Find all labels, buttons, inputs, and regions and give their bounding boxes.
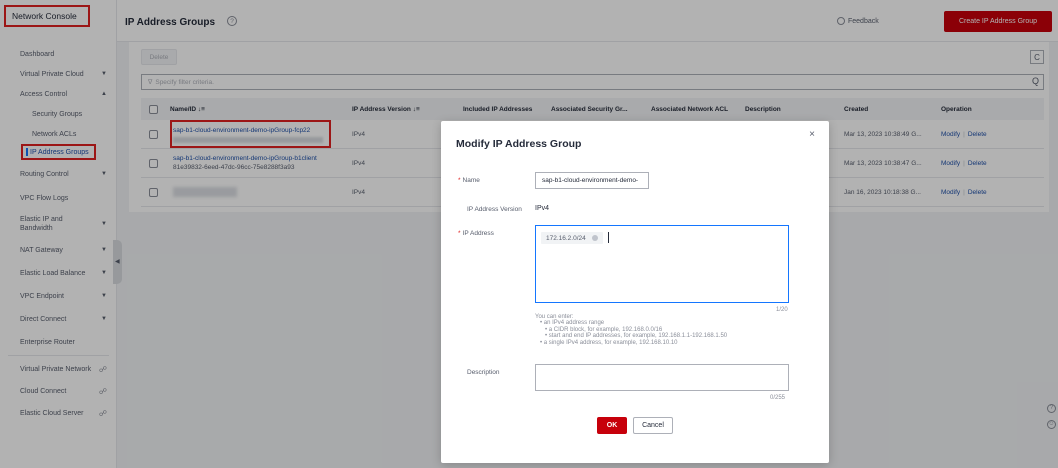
ip-version-label: IP Address Version [467,206,522,213]
ip-tag: 172.16.2.0/24 [541,232,603,244]
description-counter: 0/255 [770,395,786,401]
required-mark: * [458,177,461,184]
text-cursor [608,232,609,243]
ip-counter: 1/20 [776,307,788,313]
cancel-button[interactable]: Cancel [633,417,673,434]
close-icon[interactable]: × [809,129,815,140]
required-mark: * [458,230,461,237]
ip-hint: You can enter: • an IPv4 address range •… [535,314,728,346]
tag-remove-icon[interactable] [591,235,598,241]
name-input[interactable]: sap-b1-cloud-environment-demo- [535,172,649,189]
modify-ip-group-dialog: Modify IP Address Group × * Name sap-b1-c… [441,121,829,463]
description-label: Description [467,369,500,376]
ip-address-label: * IP Address [458,230,494,237]
dialog-title: Modify IP Address Group [456,138,582,150]
description-textarea[interactable] [535,364,789,391]
name-label: * Name [458,177,480,184]
ok-button[interactable]: OK [597,417,627,434]
ip-address-textarea[interactable]: 172.16.2.0/24 [535,225,789,303]
ip-version-value: IPv4 [535,205,550,212]
